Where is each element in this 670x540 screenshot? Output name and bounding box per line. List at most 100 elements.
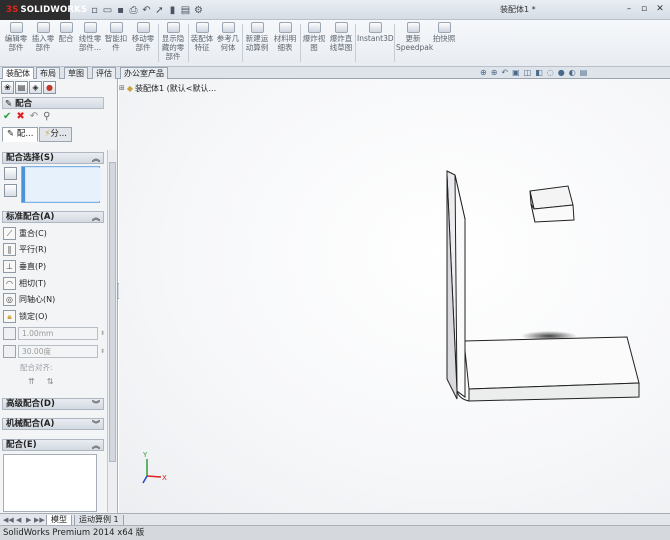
reference-geometry-button[interactable]: 参考几 何体: [216, 22, 240, 64]
edit-appearance-icon[interactable]: ●: [558, 68, 565, 79]
floating-cube-part[interactable]: [529, 185, 575, 223]
spin-arrows-icon[interactable]: ⬍: [100, 348, 105, 355]
smart-fasteners-button[interactable]: 智能扣 件: [104, 22, 128, 64]
options-icon[interactable]: ⚙: [192, 5, 205, 16]
take-snapshot-button[interactable]: 拍快照: [432, 22, 456, 64]
file-properties-icon[interactable]: ▤: [179, 5, 192, 16]
pushpin-icon[interactable]: ⚲: [43, 111, 50, 123]
instant3d-button[interactable]: Instant3D: [357, 22, 394, 64]
first-tab-arrow-icon[interactable]: ◀◀: [3, 516, 14, 524]
undo-icon[interactable]: ↶: [140, 5, 153, 16]
show-hidden-components-button[interactable]: 显示隐 藏的零 部件: [160, 22, 186, 64]
mate-parallel[interactable]: ∥ 平行(R): [3, 241, 47, 257]
undo-icon[interactable]: ↶: [30, 111, 38, 123]
exploded-view-button[interactable]: 爆炸视 图: [302, 22, 326, 64]
distance-spinner: ⬍: [3, 326, 105, 340]
mate-icon: [59, 22, 73, 33]
linear-pattern-button[interactable]: 线性零 部件...: [77, 22, 103, 64]
cancel-x-icon[interactable]: ✖: [16, 111, 24, 123]
exploded-view-icon: [307, 22, 321, 33]
tab-sketch[interactable]: 草图: [64, 67, 88, 79]
mate-selections-list[interactable]: [21, 166, 101, 203]
open-icon[interactable]: ▭: [101, 5, 114, 16]
collapse-chevron-icon[interactable]: ︽: [92, 440, 100, 451]
property-manager-tab-icon[interactable]: ▤: [15, 81, 28, 94]
heads-up-view-toolbar: ⊕ ⊕ ↶ ▣ ◫ ◧ ◌ ● ◐ ▤: [480, 68, 587, 79]
collapse-chevron-icon[interactable]: ︽: [92, 212, 100, 223]
insert-component-button[interactable]: 插入零 部件: [30, 22, 56, 64]
standard-mates-header[interactable]: 标准配合(A) ︽: [2, 211, 104, 223]
update-speedpak-button[interactable]: 更新 Speedpak: [396, 22, 433, 64]
display-style-icon[interactable]: ◧: [535, 68, 543, 79]
collapse-chevron-icon[interactable]: ︽: [92, 153, 100, 164]
selection-list-body[interactable]: [26, 168, 101, 201]
bom-icon: [278, 22, 292, 33]
mates-list[interactable]: [3, 454, 97, 512]
rebuild-icon[interactable]: ▮: [166, 5, 179, 16]
feature-tree-tab-icon[interactable]: ❀: [1, 81, 14, 94]
maximize-button[interactable]: ▫: [637, 3, 651, 16]
configuration-manager-tab-icon[interactable]: ◈: [29, 81, 42, 94]
motion-study-icon: [250, 22, 264, 33]
mate-coincident[interactable]: ⟋ 重合(C): [3, 225, 47, 241]
mate-button[interactable]: 配合: [56, 22, 76, 64]
close-button[interactable]: ✕: [653, 3, 667, 16]
expand-chevron-icon[interactable]: ︾: [92, 419, 100, 430]
ok-check-icon[interactable]: ✔: [3, 111, 11, 123]
angle-input[interactable]: [18, 344, 98, 358]
spin-arrows-icon[interactable]: ⬍: [100, 330, 105, 337]
expand-chevron-icon[interactable]: ︾: [92, 399, 100, 410]
mechanical-mates-header[interactable]: 机械配合(A) ︾: [2, 418, 104, 430]
tab-analysis[interactable]: ⚡分...: [39, 127, 73, 142]
display-manager-tab-icon[interactable]: ●: [43, 81, 56, 94]
mate-title-icon: ✎: [5, 99, 16, 109]
previous-view-icon[interactable]: ↶: [501, 68, 508, 79]
distance-input[interactable]: [18, 326, 98, 340]
solidworks-logo[interactable]: 3S SOLIDWORKS: [0, 0, 87, 20]
last-tab-arrow-icon[interactable]: ▶▶: [34, 516, 45, 524]
apply-scene-icon[interactable]: ◐: [569, 68, 576, 79]
mate-tangent[interactable]: ◠ 相切(T): [3, 275, 46, 291]
move-component-button[interactable]: 移动零 部件: [130, 22, 156, 64]
bottom-tabs-bar: ◀◀ ◀ ▶ ▶▶ 模型 运动算例 1: [0, 513, 670, 526]
ribbon-separator: [188, 24, 189, 62]
mate-selections-header[interactable]: 配合选择(S) ︽: [2, 152, 104, 164]
tab-assembly[interactable]: 装配体: [2, 67, 34, 79]
mate-concentric[interactable]: ◎ 同轴心(N): [3, 291, 55, 307]
edit-component-button[interactable]: 编辑零 部件: [3, 22, 29, 64]
section-view-icon[interactable]: ▣: [512, 68, 520, 79]
mate-lock[interactable]: 🔒︎ 锁定(O): [3, 308, 48, 324]
new-document-icon[interactable]: ▫: [88, 5, 101, 16]
aligned-icon[interactable]: ⇈: [28, 377, 35, 386]
mate-perpendicular[interactable]: ⊥ 垂直(P): [3, 258, 46, 274]
bill-of-materials-button[interactable]: 材料明 细表: [272, 22, 298, 64]
hide-show-items-icon[interactable]: ◌: [547, 68, 554, 79]
explode-line-sketch-button[interactable]: 爆炸直 线草图: [328, 22, 354, 64]
minimize-button[interactable]: –: [622, 3, 636, 16]
model-viewport[interactable]: Y X: [119, 79, 670, 514]
assembly-features-button[interactable]: 装配体 特征: [190, 22, 214, 64]
mates-header[interactable]: 配合(E) ︽: [2, 439, 104, 451]
view-settings-icon[interactable]: ▤: [580, 68, 588, 79]
move-component-icon: [136, 22, 150, 33]
zoom-to-area-icon[interactable]: ⊕: [491, 68, 498, 79]
select-icon[interactable]: ➚: [153, 5, 166, 16]
insert-component-icon: [36, 22, 50, 33]
property-manager-scrollbar[interactable]: [107, 150, 117, 512]
view-orientation-icon[interactable]: ◫: [524, 68, 532, 79]
zoom-to-fit-icon[interactable]: ⊕: [480, 68, 487, 79]
mate-alignment-label: 配合对齐:: [20, 363, 53, 372]
edit-component-icon: [9, 22, 23, 33]
tab-mates[interactable]: ✎ 配...: [2, 127, 39, 142]
advanced-mates-header[interactable]: 高级配合(D) ︾: [2, 398, 104, 410]
next-tab-arrow-icon[interactable]: ▶: [26, 516, 31, 524]
tab-evaluate[interactable]: 评估: [92, 67, 116, 79]
prev-tab-arrow-icon[interactable]: ◀: [16, 516, 21, 524]
tab-office-products[interactable]: 办公室产品: [120, 67, 168, 79]
new-motion-study-button[interactable]: 新建运 动算例: [244, 22, 270, 64]
save-icon[interactable]: ▪: [114, 5, 127, 16]
scrollbar-thumb[interactable]: [109, 162, 116, 462]
print-icon[interactable]: ⎙: [127, 5, 140, 16]
anti-aligned-icon[interactable]: ⇅: [47, 377, 54, 386]
tab-layout[interactable]: 布局: [36, 67, 60, 79]
